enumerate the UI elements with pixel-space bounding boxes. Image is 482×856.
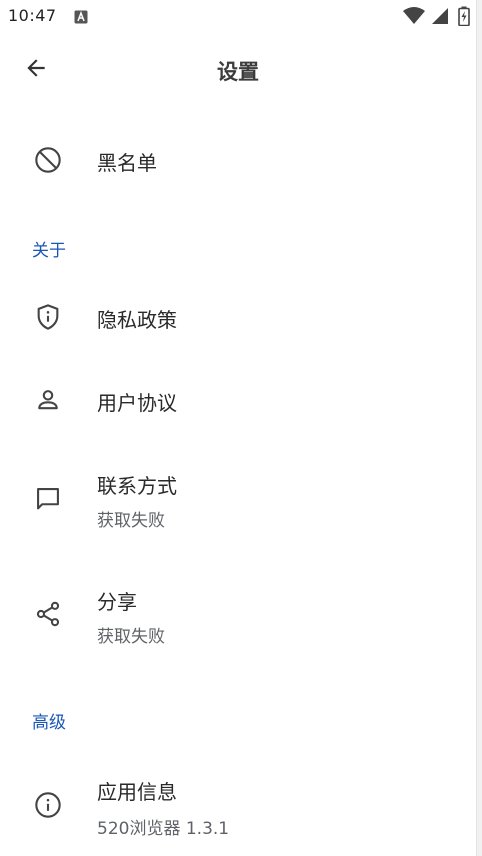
settings-item-app-info[interactable]: 应用信息 520浏览器 1.3.1 (0, 762, 476, 852)
status-bar: 10:47 (0, 0, 476, 32)
settings-item-title: 黑名单 (97, 151, 157, 175)
settings-screen: 10:47 设置 黑名单 关于 隐私政策 用户协议 联系方式 获取失败 分享 获… (0, 0, 476, 856)
settings-item-blacklist[interactable]: 黑名单 (0, 122, 476, 200)
person-icon (34, 386, 62, 414)
settings-item-title: 隐私政策 (97, 308, 177, 332)
settings-item-subtitle: 获取失败 (97, 511, 165, 531)
edge-strip (476, 0, 482, 856)
settings-item-share[interactable]: 分享 获取失败 (0, 574, 476, 674)
status-indicators (402, 6, 472, 26)
info-icon (34, 791, 62, 819)
settings-item-user-agreement[interactable]: 用户协议 (0, 362, 476, 442)
settings-item-title: 分享 (97, 590, 137, 614)
settings-item-title: 用户协议 (97, 391, 177, 415)
settings-item-title: 应用信息 (97, 780, 177, 804)
settings-item-contact[interactable]: 联系方式 获取失败 (0, 458, 476, 558)
settings-item-title: 联系方式 (97, 474, 177, 498)
notification-a-icon (74, 9, 88, 24)
shield-info-icon (34, 303, 62, 331)
page-title: 设置 (217, 60, 259, 84)
block-icon (34, 146, 62, 174)
settings-item-subtitle: 520浏览器 1.3.1 (97, 819, 230, 839)
settings-item-subtitle: 获取失败 (97, 627, 165, 647)
section-header-advanced: 高级 (32, 713, 66, 733)
app-bar: 设置 (0, 40, 476, 100)
section-header-about: 关于 (32, 241, 66, 261)
settings-item-privacy-policy[interactable]: 隐私政策 (0, 278, 476, 358)
share-icon (34, 600, 62, 628)
status-time: 10:47 (8, 6, 57, 25)
chat-bubble-icon (34, 485, 62, 513)
